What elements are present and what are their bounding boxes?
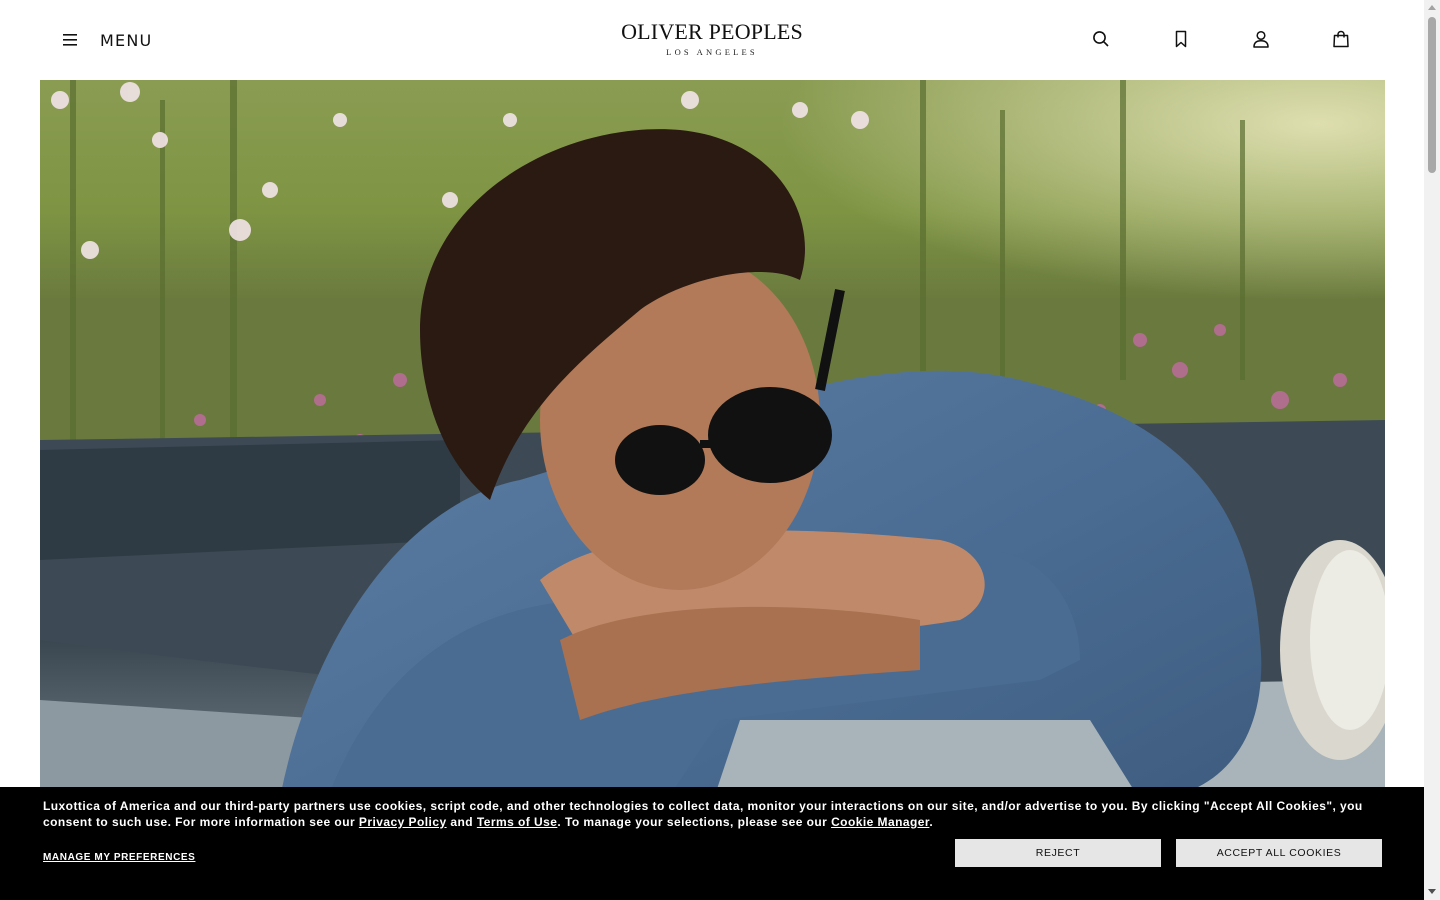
privacy-policy-link[interactable]: Privacy Policy bbox=[359, 815, 447, 829]
logo-wordmark: OLIVER PEOPLES bbox=[621, 19, 803, 44]
hamburger-icon bbox=[63, 34, 77, 46]
hero-illustration bbox=[40, 80, 1385, 900]
cookie-notice-text: Luxottica of America and our third-party… bbox=[43, 798, 1383, 830]
hero-image[interactable] bbox=[40, 80, 1385, 900]
reject-cookies-button[interactable]: REJECT bbox=[955, 839, 1161, 867]
page-scrollbar[interactable] bbox=[1424, 0, 1440, 900]
cookie-text-manage: . To manage your selections, please see … bbox=[557, 815, 832, 829]
manage-preferences-link[interactable]: MANAGE MY PREFERENCES bbox=[43, 852, 195, 863]
logo-tagline: LOS ANGELES bbox=[666, 47, 758, 57]
wishlist-button[interactable] bbox=[1170, 28, 1192, 50]
cookie-manager-link[interactable]: Cookie Manager bbox=[831, 815, 929, 829]
scroll-thumb[interactable] bbox=[1428, 17, 1436, 173]
brand-logo[interactable]: OLIVER PEOPLES LOS ANGELES bbox=[612, 19, 812, 58]
cart-button[interactable] bbox=[1330, 28, 1352, 50]
cookie-text-end: . bbox=[929, 815, 934, 829]
shopping-bag-icon bbox=[1333, 30, 1349, 48]
search-icon bbox=[1093, 31, 1109, 47]
bookmark-icon bbox=[1175, 30, 1187, 48]
cookie-text-and: and bbox=[446, 815, 477, 829]
scroll-up-icon[interactable] bbox=[1428, 5, 1436, 10]
menu-button[interactable]: MENU bbox=[62, 26, 152, 54]
accept-all-cookies-button[interactable]: ACCEPT ALL COOKIES bbox=[1176, 839, 1382, 867]
terms-of-use-link[interactable]: Terms of Use bbox=[477, 815, 558, 829]
site-header: MENU OLIVER PEOPLES LOS ANGELES bbox=[0, 0, 1424, 80]
user-icon bbox=[1253, 30, 1269, 48]
cookie-banner: Luxottica of America and our third-party… bbox=[0, 787, 1424, 900]
account-button[interactable] bbox=[1250, 28, 1272, 50]
menu-label: MENU bbox=[100, 30, 153, 50]
scroll-down-icon[interactable] bbox=[1428, 889, 1436, 894]
search-button[interactable] bbox=[1090, 28, 1112, 50]
